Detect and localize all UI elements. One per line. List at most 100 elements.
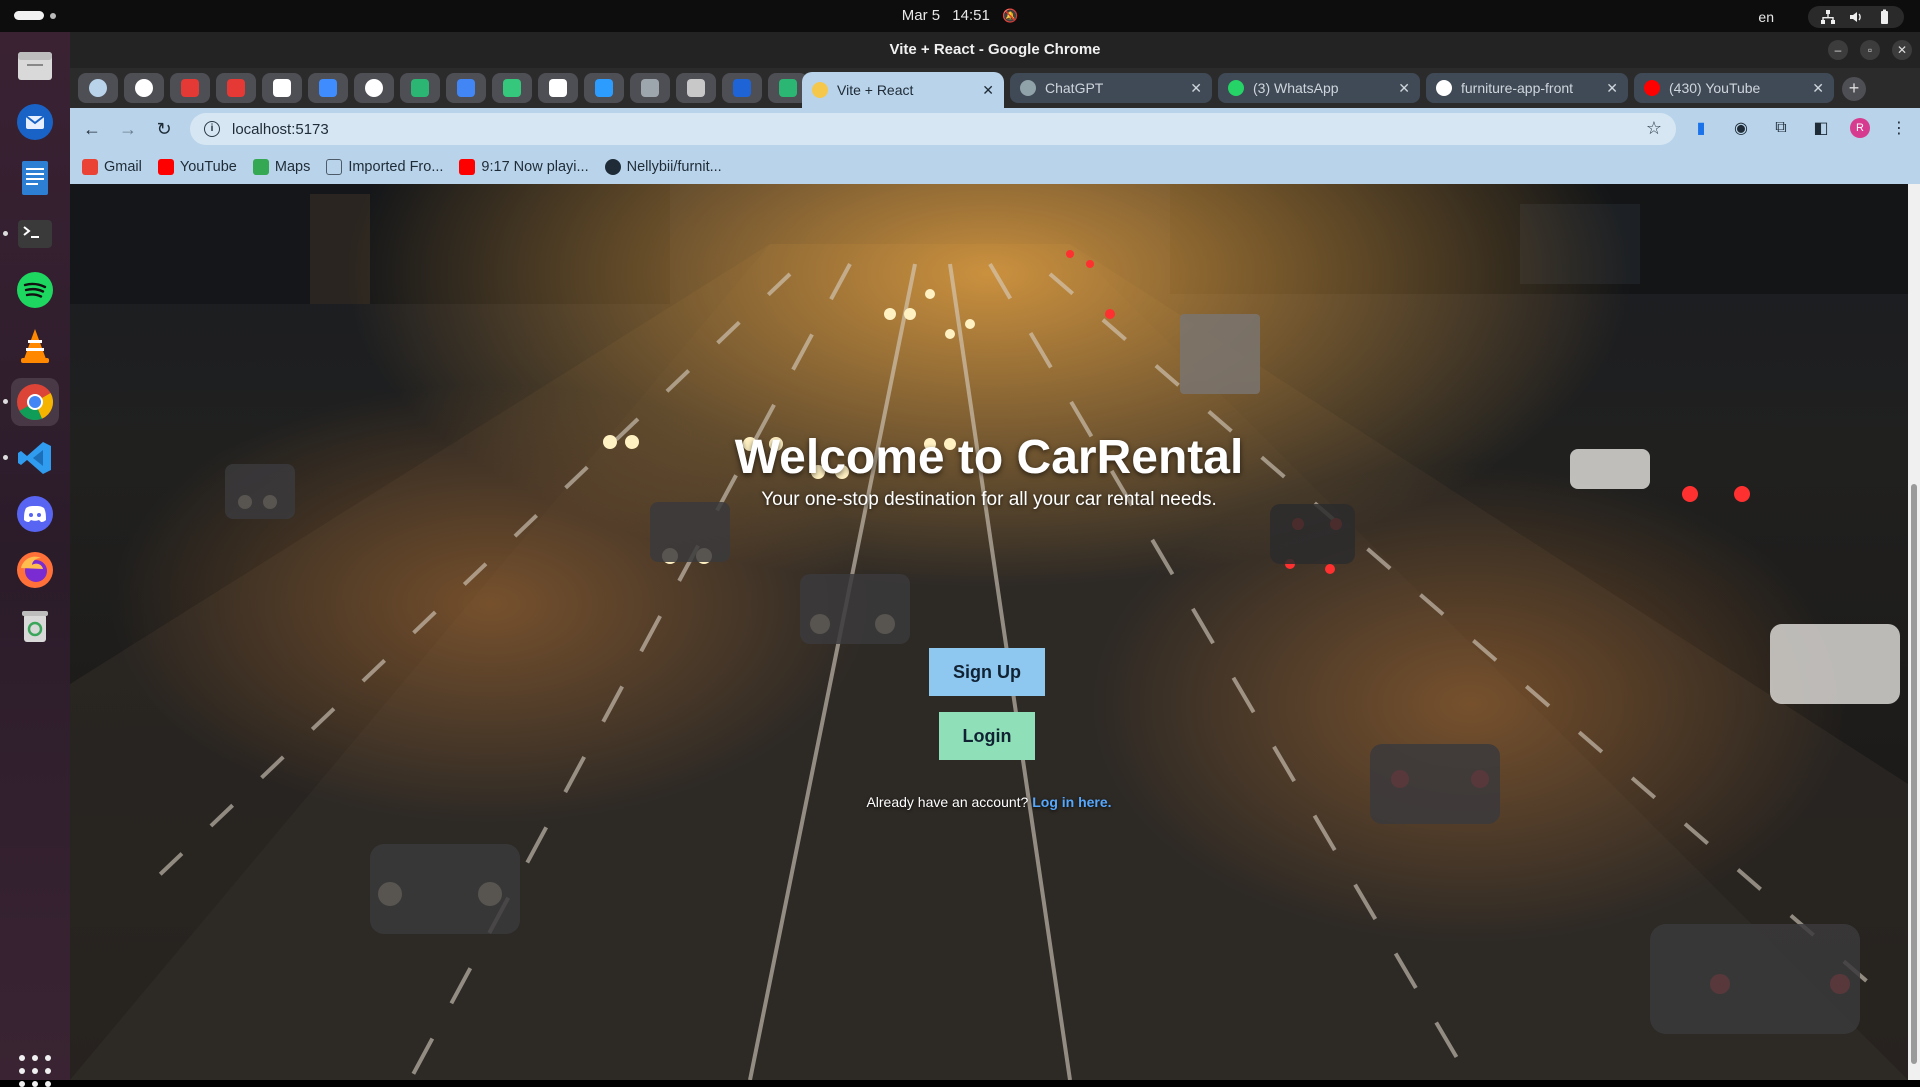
pinned-tab[interactable] — [262, 73, 302, 103]
keyboard-layout[interactable]: en — [1758, 9, 1774, 25]
youtube-icon — [157, 159, 174, 175]
bookmark-label: Nellybii/furnit... — [626, 159, 722, 175]
dock-vscode[interactable] — [3, 434, 59, 482]
pinned-tab[interactable] — [584, 73, 624, 103]
new-tab-button[interactable]: + — [1842, 77, 1866, 101]
github-icon — [135, 79, 153, 97]
clock[interactable]: Mar 5 14:51 🔕 — [0, 7, 1920, 24]
pinned-tab[interactable] — [308, 73, 348, 103]
extension-face-icon[interactable]: ◉ — [1730, 117, 1752, 139]
close-tab-icon[interactable]: ✕ — [1190, 80, 1202, 97]
log-in-here-link[interactable]: Log in here. — [1032, 794, 1111, 810]
sign-up-button[interactable]: Sign Up — [929, 648, 1045, 696]
clock-time: 14:51 — [952, 7, 990, 24]
dock-writer[interactable] — [11, 154, 59, 202]
tab-chatgpt[interactable]: ChatGPT ✕ — [1010, 73, 1212, 103]
page-scrollbar[interactable] — [1908, 184, 1920, 1080]
bookmark-imported-folder[interactable]: Imported Fro... — [326, 159, 443, 175]
dock-firefox[interactable] — [11, 546, 59, 594]
firefox-icon — [17, 552, 53, 588]
d-app-icon — [641, 79, 659, 97]
sheets-icon — [411, 79, 429, 97]
pinned-tab[interactable] — [354, 73, 394, 103]
dock-vlc[interactable] — [11, 322, 59, 370]
address-bar[interactable]: i localhost:5173 ☆ — [190, 113, 1676, 145]
close-tab-icon[interactable]: ✕ — [982, 82, 994, 99]
window-title: Vite + React - Google Chrome — [889, 41, 1101, 58]
dock-discord[interactable] — [11, 490, 59, 538]
dock-terminal[interactable] — [3, 210, 59, 258]
pinned-tab[interactable] — [400, 73, 440, 103]
site-info-icon[interactable]: i — [204, 121, 220, 137]
hero-section: Welcome to CarRental Your one-stop desti… — [70, 184, 1908, 1080]
profile-avatar[interactable]: R — [1850, 118, 1870, 138]
pinned-tab[interactable] — [722, 73, 762, 103]
close-tab-icon[interactable]: ✕ — [1398, 80, 1410, 97]
back-button[interactable]: ← — [80, 117, 104, 141]
bookmarks-bar: Gmail YouTube Maps Imported Fro... 9:17 … — [70, 150, 1920, 184]
pinned-tab[interactable] — [78, 73, 118, 103]
status-menu[interactable] — [1808, 6, 1904, 28]
pinned-tab[interactable] — [124, 73, 164, 103]
bookmark-star-icon[interactable]: ☆ — [1646, 118, 1662, 139]
discord-icon — [17, 496, 53, 532]
pinned-tab[interactable] — [676, 73, 716, 103]
show-apps-button[interactable] — [19, 1055, 51, 1087]
hero-title: Welcome to CarRental — [734, 431, 1244, 484]
dock-thunderbird[interactable] — [11, 98, 59, 146]
folder-icon — [326, 159, 343, 175]
bookmark-youtube[interactable]: YouTube — [157, 159, 237, 175]
pinned-tab[interactable] — [492, 73, 532, 103]
running-indicator — [3, 231, 8, 236]
bookmark-now-playing[interactable]: 9:17 Now playi... — [459, 159, 589, 175]
extensions-puzzle-icon[interactable]: ⧉ — [1770, 117, 1792, 139]
docs-icon — [457, 79, 475, 97]
dock-trash[interactable] — [11, 602, 59, 650]
chrome-window: Vite + React - Google Chrome – ▫ ✕ Vite … — [70, 32, 1920, 1080]
maximize-button[interactable]: ▫ — [1860, 40, 1880, 60]
bookmark-gmail[interactable]: Gmail — [82, 159, 142, 175]
minimize-button[interactable]: – — [1828, 40, 1848, 60]
tab-title: ChatGPT — [1045, 80, 1104, 96]
bookmark-label: Gmail — [104, 159, 142, 175]
menu-kebab-icon[interactable]: ⋮ — [1888, 117, 1910, 139]
tab-vite-react[interactable]: Vite + React ✕ — [802, 72, 1004, 108]
thunderbird-icon — [17, 104, 53, 140]
extension-blue-icon[interactable]: ▮ — [1690, 117, 1712, 139]
login-button[interactable]: Login — [939, 712, 1035, 760]
tab-github[interactable]: furniture-app-front ✕ — [1426, 73, 1628, 103]
t-app-icon — [549, 79, 567, 97]
pinned-tab[interactable] — [170, 73, 210, 103]
side-panel-icon[interactable]: ◧ — [1810, 117, 1832, 139]
pinned-tab[interactable] — [538, 73, 578, 103]
pinned-tab[interactable] — [630, 73, 670, 103]
vscode-icon — [18, 442, 51, 474]
vlc-icon — [21, 329, 49, 363]
toolbar-actions: ▮ ◉ ⧉ ◧ R ⋮ — [1690, 117, 1910, 139]
close-tab-icon[interactable]: ✕ — [1606, 80, 1618, 97]
pinned-tab[interactable] — [216, 73, 256, 103]
system-tray[interactable]: en — [1758, 6, 1904, 28]
writer-icon — [22, 161, 48, 195]
trash-icon — [22, 611, 48, 642]
dock-files[interactable] — [11, 42, 59, 90]
maps-icon — [252, 159, 269, 175]
pinned-tab[interactable] — [446, 73, 486, 103]
dock-spotify[interactable] — [11, 266, 59, 314]
whatsapp-icon — [1228, 80, 1244, 96]
bookmark-label: YouTube — [179, 159, 237, 175]
close-tab-icon[interactable]: ✕ — [1812, 80, 1824, 97]
scrollbar-thumb[interactable] — [1911, 484, 1917, 1064]
close-button[interactable]: ✕ — [1892, 40, 1912, 60]
tab-whatsapp[interactable]: (3) WhatsApp ✕ — [1218, 73, 1420, 103]
forward-button[interactable]: → — [116, 117, 140, 141]
browser-toolbar: ← → ↻ i localhost:5173 ☆ ▮ ◉ ⧉ ◧ R ⋮ — [70, 108, 1920, 150]
bookmark-maps[interactable]: Maps — [252, 159, 310, 175]
reload-button[interactable]: ↻ — [152, 117, 176, 141]
window-titlebar[interactable]: Vite + React - Google Chrome – ▫ ✕ — [70, 32, 1920, 68]
dock-chrome[interactable] — [3, 378, 59, 426]
bookmark-nellybii[interactable]: Nellybii/furnit... — [604, 159, 722, 175]
github-icon — [365, 79, 383, 97]
tab-youtube[interactable]: (430) YouTube ✕ — [1634, 73, 1834, 103]
github-icon — [604, 159, 621, 175]
